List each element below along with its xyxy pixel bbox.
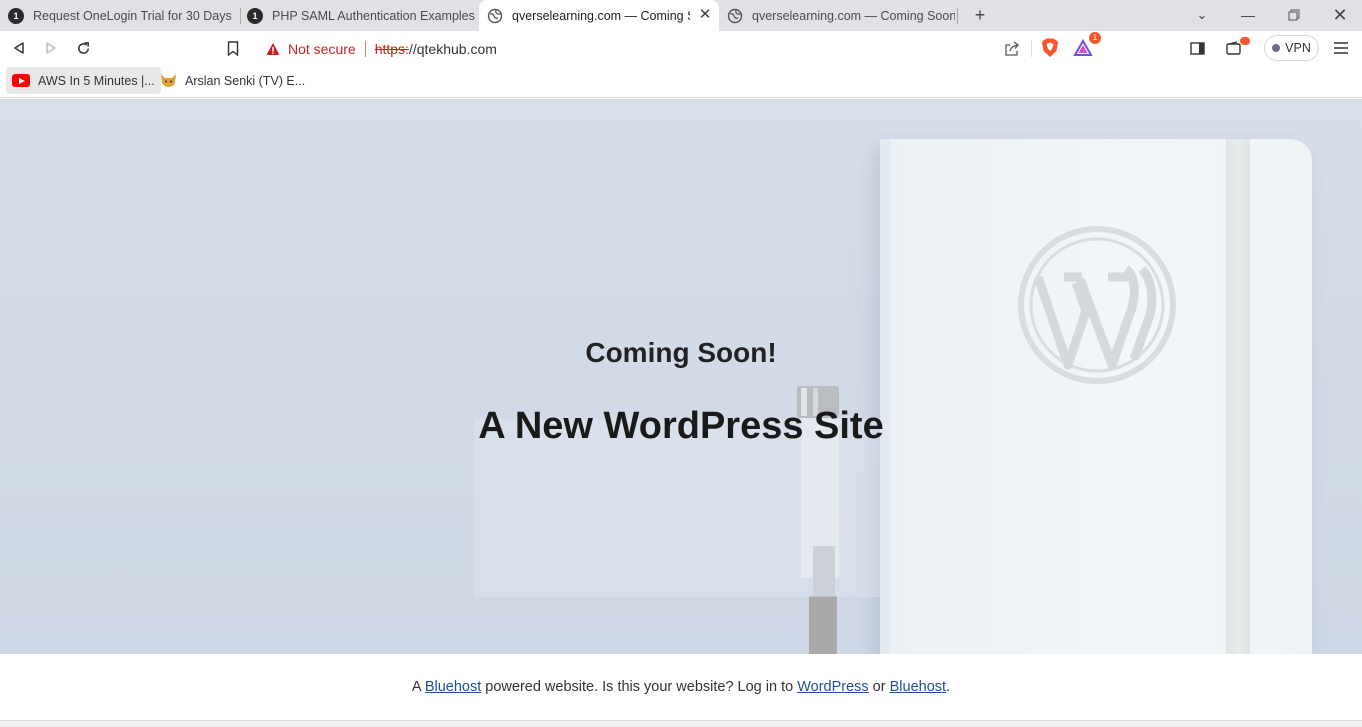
tab-qverselearning[interactable]: qverselearning.com — Coming Soon: [727, 0, 955, 31]
bookmark-label: Arslan Senki (TV) E...: [185, 73, 306, 88]
youtube-icon: [12, 74, 30, 87]
close-window-icon[interactable]: ✕: [1328, 4, 1352, 26]
tab-strip: 1 Request OneLogin Trial for 30 Days 1 P…: [0, 0, 1362, 31]
vpn-label: VPN: [1285, 41, 1311, 55]
vpn-status-dot: [1272, 44, 1281, 52]
url-host: //qtekhub.com: [408, 40, 497, 57]
notification-dot: [1240, 37, 1250, 45]
onelogin-icon: 1: [8, 7, 24, 24]
security-status-label[interactable]: Not secure: [288, 41, 356, 57]
brave-shields-icon[interactable]: [1039, 37, 1061, 59]
new-tab-plus-icon[interactable]: +: [968, 4, 992, 26]
tab-title: PHP SAML Authentication Examples |: [272, 8, 475, 23]
tab-search-chevron-down-icon[interactable]: ⌄: [1190, 4, 1214, 26]
footer-text: .: [946, 679, 951, 695]
horizontal-scrollbar[interactable]: [0, 720, 1362, 727]
menu-hamburger-icon[interactable]: [1330, 37, 1352, 59]
footer-text: powered website. Is this your website? L…: [481, 679, 798, 695]
browser-toolbar: Not secure https://qtekhub.com 1 VPN: [0, 31, 1362, 65]
bookmark-icon[interactable]: [222, 37, 244, 59]
wordpress-login-link[interactable]: WordPress: [797, 679, 868, 695]
bookmark-label: AWS In 5 Minutes |...: [38, 73, 155, 88]
onelogin-icon: 1: [247, 7, 263, 24]
globe-icon: [727, 8, 743, 23]
warning-icon: [266, 42, 280, 55]
bookmark-aws-in-5-minutes[interactable]: AWS In 5 Minutes |...: [6, 67, 161, 94]
minimize-icon[interactable]: —: [1236, 4, 1260, 26]
cat-icon: [161, 74, 176, 87]
bluehost-login-link[interactable]: Bluehost: [890, 679, 946, 695]
tab-title: Request OneLogin Trial for 30 Days: [33, 8, 232, 23]
footer-text: or: [868, 679, 890, 695]
bluehost-link[interactable]: Bluehost: [425, 679, 481, 695]
notebook-image: [880, 139, 1312, 654]
sidebar-toggle-icon[interactable]: [1186, 37, 1208, 59]
back-icon[interactable]: [8, 37, 30, 59]
tab-separator: [957, 8, 958, 24]
brave-rewards-icon[interactable]: 1: [1073, 32, 1101, 59]
url-scheme: https:: [374, 40, 409, 57]
restore-icon[interactable]: [1282, 4, 1306, 26]
omnibox-divider: [364, 40, 366, 57]
footer-text: A: [411, 679, 425, 695]
address-bar[interactable]: Not secure https://qtekhub.com 1: [255, 32, 1103, 63]
notebook-elastic-band: [1226, 139, 1250, 654]
bookmark-arslan-senki[interactable]: Arslan Senki (TV) E...: [154, 67, 311, 94]
forward-icon[interactable]: [40, 37, 62, 59]
tab-onelogin-trial[interactable]: 1 Request OneLogin Trial for 30 Days: [8, 0, 236, 31]
close-tab-icon[interactable]: ✕: [697, 7, 713, 23]
wallet-icon[interactable]: [1224, 37, 1250, 59]
tab-title: qverselearning.com — Coming Soon: [752, 8, 955, 23]
hero-background: [0, 99, 1362, 654]
tab-php-saml[interactable]: 1 PHP SAML Authentication Examples |: [247, 0, 475, 31]
reload-icon[interactable]: [72, 37, 94, 59]
tab-title: qverselearning.com — Coming S: [512, 8, 690, 23]
tab-separator: [240, 8, 241, 24]
omnibox-divider: [1031, 40, 1032, 57]
site-title: A New WordPress Site: [478, 405, 884, 447]
share-icon[interactable]: [1001, 37, 1023, 59]
coming-soon-heading: Coming Soon!: [585, 337, 777, 368]
footer: A Bluehost powered website. Is this your…: [0, 654, 1362, 720]
globe-icon: [487, 8, 503, 23]
rewards-badge: 1: [1089, 32, 1101, 44]
bookmarks-bar: AWS In 5 Minutes |... Arslan Senki (TV) …: [0, 65, 1362, 98]
tab-qverselearning-active[interactable]: qverselearning.com — Coming S ✕: [479, 0, 719, 31]
vpn-button[interactable]: VPN: [1264, 35, 1319, 61]
